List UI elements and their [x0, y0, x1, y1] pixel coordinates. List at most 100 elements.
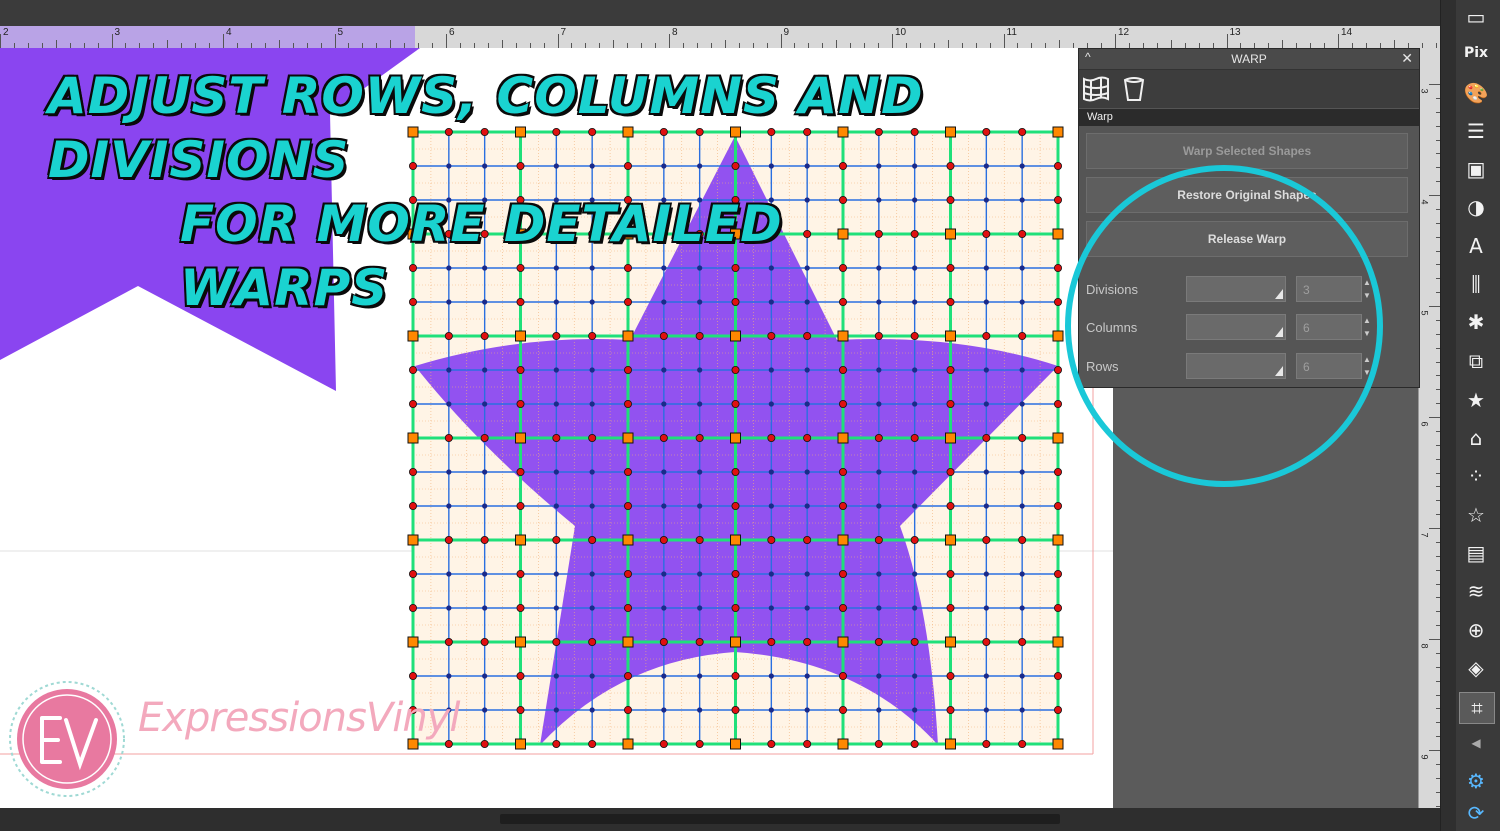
- warp-edge-node: [874, 535, 883, 544]
- warp-inner-node: [1019, 299, 1025, 305]
- scroll-thumb[interactable]: [500, 814, 1060, 824]
- contrast-icon[interactable]: ◑: [1459, 192, 1493, 222]
- warp-inner-node: [912, 469, 918, 475]
- warp-edge-node: [731, 365, 740, 374]
- warp-control-handle: [730, 330, 741, 342]
- warp-panel-titlebar[interactable]: ^ WARP ✕: [1079, 49, 1419, 70]
- warp-control-handle: [1052, 228, 1064, 240]
- warp-inner-node: [661, 673, 667, 679]
- settings-gear-icon[interactable]: ⚙: [1459, 766, 1493, 796]
- pixscan-icon[interactable]: Pix: [1459, 38, 1493, 68]
- warp-inner-node: [983, 605, 989, 611]
- ruler-number: 5: [337, 27, 344, 38]
- fill-icon[interactable]: ▣: [1459, 154, 1493, 184]
- page-icon[interactable]: ▭: [1459, 2, 1493, 32]
- warp-inner-node: [697, 707, 703, 713]
- replicate-icon[interactable]: ⧉: [1459, 346, 1493, 376]
- cube-icon[interactable]: ◈: [1459, 653, 1493, 683]
- sketch-icon[interactable]: ≋: [1459, 576, 1493, 606]
- warp-edge-node: [1054, 672, 1063, 681]
- warp-edge-node: [624, 706, 633, 715]
- warp-edge-node: [874, 331, 883, 340]
- warp-inner-node: [553, 707, 559, 713]
- warp-selected-shapes-button[interactable]: Warp Selected Shapes: [1086, 133, 1408, 169]
- warp-edge-node: [982, 638, 991, 647]
- warp-inner-node: [876, 503, 882, 509]
- warp-edge-node: [767, 638, 776, 647]
- design-store-icon[interactable]: ⌂: [1459, 423, 1493, 453]
- ruler-number: 3: [1419, 88, 1430, 94]
- sync-icon[interactable]: ⟳: [1459, 798, 1493, 828]
- warp-edge-node: [695, 535, 704, 544]
- ruler-number: 10: [895, 27, 907, 38]
- transform-icon[interactable]: ✱: [1459, 307, 1493, 337]
- close-icon[interactable]: ✕: [1401, 50, 1413, 67]
- highlight-circle: [1065, 165, 1383, 487]
- offset-icon[interactable]: ⁘: [1459, 461, 1493, 491]
- headline-line-1: ADJUST ROWS, COLUMNS AND DIVISIONS: [48, 67, 924, 189]
- ruler-tick: [836, 40, 838, 48]
- warp-edge-node: [731, 706, 740, 715]
- ruler-number: 9: [1419, 754, 1430, 760]
- warp-edge-node: [1054, 263, 1063, 272]
- warp-edge-node: [552, 740, 561, 749]
- ruler-tick: [724, 40, 726, 48]
- warp-edge-node: [803, 535, 812, 544]
- warp-edge-node: [659, 638, 668, 647]
- star-icon[interactable]: ★: [1459, 385, 1493, 415]
- warp-inner-node: [482, 469, 488, 475]
- warp-edge-node: [874, 638, 883, 647]
- warp-inner-node: [983, 503, 989, 509]
- text-icon[interactable]: A: [1459, 231, 1493, 261]
- panel-scrollbar[interactable]: [1441, 0, 1456, 831]
- warp-section-label: Warp: [1079, 109, 1419, 126]
- warp-inner-node: [482, 367, 488, 373]
- warp-control-handle: [407, 432, 419, 444]
- lines-icon[interactable]: ☰: [1459, 116, 1493, 146]
- warp-edge-node: [731, 467, 740, 476]
- warp-edge-node: [1018, 535, 1027, 544]
- warp-edge-node: [444, 740, 453, 749]
- warp-edge-node: [552, 331, 561, 340]
- warp-edge-node: [839, 706, 848, 715]
- warp-edge-node: [516, 604, 525, 613]
- warp-edge-node: [1054, 162, 1063, 171]
- warp-edge-node: [839, 501, 848, 510]
- warp-control-handle: [945, 534, 956, 546]
- ruler-tick: [1003, 34, 1005, 48]
- star-outline-icon[interactable]: ☆: [1459, 500, 1493, 530]
- warp-edge-node: [803, 740, 812, 749]
- warp-inner-node: [1019, 163, 1025, 169]
- palette-icon[interactable]: 🎨: [1459, 78, 1493, 108]
- warp-inner-node: [912, 503, 918, 509]
- ruler-tick: [1170, 40, 1172, 48]
- warp-edge-node: [588, 535, 597, 544]
- warp-edge-node: [874, 433, 883, 442]
- ruler-number: 4: [1419, 199, 1430, 205]
- warp-inner-node: [983, 401, 989, 407]
- align-icon[interactable]: ⫼: [1459, 269, 1493, 299]
- warp-control-handle: [407, 636, 419, 648]
- warp-control-handle: [945, 432, 956, 444]
- warp-grid-icon[interactable]: [1081, 74, 1111, 104]
- horizontal-scrollbar[interactable]: [0, 808, 1440, 831]
- ruler-number: 6: [449, 27, 455, 38]
- collapse-arrow-icon[interactable]: ◀: [1459, 728, 1493, 758]
- warp-control-handle: [515, 636, 526, 648]
- warp-edge-node: [444, 433, 453, 442]
- warp-edge-node: [1054, 467, 1063, 476]
- warp-edge-node: [946, 467, 955, 476]
- warp-control-handle: [622, 534, 634, 546]
- warp-edge-node: [839, 604, 848, 613]
- warp-edge-node: [408, 501, 417, 510]
- library-icon[interactable]: ⊕: [1459, 615, 1493, 645]
- warp-icon[interactable]: ⌗: [1459, 692, 1495, 724]
- vertical-ruler: 3 4 5 6 7 8 9: [1418, 48, 1441, 808]
- warp-inner-node: [1019, 605, 1025, 611]
- warp-control-handle: [622, 738, 634, 750]
- warp-inner-node: [446, 673, 452, 679]
- envelope-cup-icon[interactable]: [1119, 74, 1149, 104]
- warp-edge-node: [1018, 229, 1027, 238]
- warp-edge-node: [516, 399, 525, 408]
- trace-icon[interactable]: ▤: [1459, 538, 1493, 568]
